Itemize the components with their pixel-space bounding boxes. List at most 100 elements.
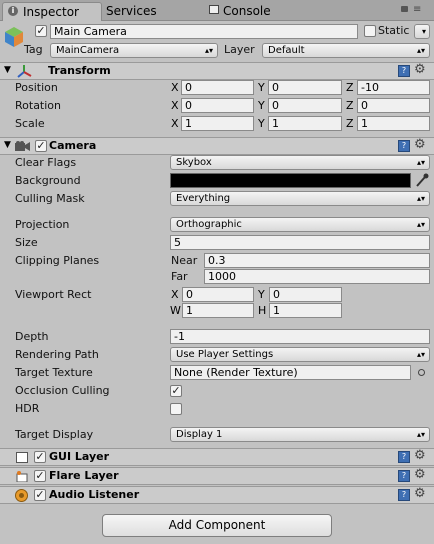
viewport-x-input[interactable]: 0: [182, 287, 254, 302]
camera-header[interactable]: ▼ ✓ Camera ? ⚙: [0, 137, 434, 155]
flare-layer-icon: [16, 471, 28, 483]
help-book-icon[interactable]: ?: [398, 140, 410, 152]
rotation-z-input[interactable]: 0: [357, 98, 430, 113]
object-name-input[interactable]: Main Camera: [50, 24, 358, 39]
hdr-checkbox[interactable]: [170, 403, 182, 415]
static-dropdown[interactable]: ▾: [414, 24, 430, 39]
projection-value: Orthographic: [176, 219, 242, 230]
gui-layer-title: GUI Layer: [49, 450, 110, 463]
static-checkbox[interactable]: [364, 25, 376, 37]
dropdown-arrow-icon: ▴▾: [416, 158, 425, 167]
menu-icon[interactable]: ≡: [413, 4, 421, 16]
target-display-dropdown[interactable]: Display 1 ▴▾: [170, 427, 430, 442]
info-icon: i: [8, 6, 18, 16]
clear-flags-dropdown[interactable]: Skybox ▴▾: [170, 155, 430, 170]
object-picker-icon[interactable]: [418, 369, 425, 376]
add-component-label: Add Component: [168, 518, 266, 532]
axis-label: Z: [346, 81, 354, 94]
position-label: Position: [15, 81, 58, 94]
camera-enabled-checkbox[interactable]: ✓: [35, 140, 47, 152]
tag-value: MainCamera: [56, 45, 120, 56]
scale-y-input[interactable]: 1: [268, 116, 342, 131]
gear-icon[interactable]: ⚙: [414, 138, 426, 152]
axis-label: X: [171, 81, 179, 94]
help-book-icon[interactable]: ?: [398, 489, 410, 501]
depth-input[interactable]: -1: [170, 329, 430, 344]
viewport-h-input[interactable]: 1: [269, 303, 342, 318]
transform-icon: [16, 64, 32, 78]
viewport-w-input[interactable]: 1: [182, 303, 254, 318]
viewport-x-label: X: [171, 288, 179, 301]
axis-label: X: [171, 99, 179, 112]
position-y-input[interactable]: 0: [268, 80, 342, 95]
foldout-arrow-icon[interactable]: ▼: [4, 65, 11, 75]
dropdown-arrow-icon: ▴▾: [416, 194, 425, 203]
camera-icon: [15, 141, 31, 152]
help-book-icon[interactable]: ?: [398, 451, 410, 463]
help-book-icon[interactable]: ?: [398, 470, 410, 482]
clear-flags-value: Skybox: [176, 157, 212, 168]
tab-console-label: Console: [223, 4, 271, 18]
transform-header[interactable]: ▼ Transform ? ⚙: [0, 62, 434, 80]
tab-console[interactable]: Console: [206, 2, 306, 20]
audio-listener-checkbox[interactable]: ✓: [34, 489, 46, 501]
occlusion-culling-checkbox[interactable]: ✓: [170, 385, 182, 397]
help-book-icon[interactable]: ?: [398, 65, 410, 77]
clear-flags-label: Clear Flags: [15, 156, 77, 169]
far-label: Far: [171, 270, 188, 283]
projection-label: Projection: [15, 218, 70, 231]
rotation-x-input[interactable]: 0: [181, 98, 254, 113]
eyedropper-icon[interactable]: [415, 172, 429, 188]
position-z-input[interactable]: -10: [357, 80, 430, 95]
foldout-arrow-icon[interactable]: ▼: [4, 140, 11, 150]
viewport-rect-label: Viewport Rect: [15, 288, 92, 301]
tag-dropdown[interactable]: MainCamera ▴▾: [50, 43, 218, 58]
culling-mask-dropdown[interactable]: Everything ▴▾: [170, 191, 430, 206]
flare-layer-checkbox[interactable]: ✓: [34, 470, 46, 482]
target-texture-label: Target Texture: [15, 366, 93, 379]
rendering-path-dropdown[interactable]: Use Player Settings ▴▾: [170, 347, 430, 362]
gear-icon[interactable]: ⚙: [414, 487, 426, 501]
add-component-button[interactable]: Add Component: [102, 514, 332, 537]
position-x-input[interactable]: 0: [181, 80, 254, 95]
background-color-field[interactable]: [170, 173, 411, 188]
projection-dropdown[interactable]: Orthographic ▴▾: [170, 217, 430, 232]
scale-x-input[interactable]: 1: [181, 116, 254, 131]
rotation-y-input[interactable]: 0: [268, 98, 342, 113]
flare-layer-header[interactable]: ✓ Flare Layer ? ⚙: [0, 467, 434, 485]
far-input[interactable]: 1000: [204, 269, 430, 284]
gear-icon[interactable]: ⚙: [414, 63, 426, 77]
axis-label: Y: [258, 81, 265, 94]
active-checkbox[interactable]: ✓: [35, 25, 47, 37]
background-label: Background: [15, 174, 81, 187]
dropdown-arrow-icon: ▴▾: [416, 46, 425, 55]
gui-layer-checkbox[interactable]: ✓: [34, 451, 46, 463]
size-input[interactable]: 5: [170, 235, 430, 250]
target-texture-field[interactable]: None (Render Texture): [170, 365, 411, 380]
gear-icon[interactable]: ⚙: [414, 449, 426, 463]
dropdown-arrow-icon: ▴▾: [416, 430, 425, 439]
dropdown-arrow-icon: ▴▾: [416, 350, 425, 359]
dropdown-arrow-icon: ▴▾: [204, 46, 213, 55]
culling-mask-label: Culling Mask: [15, 192, 85, 205]
gear-icon[interactable]: ⚙: [414, 468, 426, 482]
audio-listener-title: Audio Listener: [49, 488, 140, 501]
gui-layer-icon: [16, 452, 28, 463]
lock-icon[interactable]: [401, 6, 408, 12]
scale-label: Scale: [15, 117, 45, 130]
transform-title: Transform: [48, 64, 111, 77]
audio-listener-header[interactable]: ✓ Audio Listener ? ⚙: [0, 486, 434, 504]
gui-layer-header[interactable]: ✓ GUI Layer ? ⚙: [0, 448, 434, 466]
tab-services[interactable]: Services: [104, 2, 200, 20]
tab-inspector[interactable]: i Inspector: [2, 2, 102, 21]
layer-dropdown[interactable]: Default ▴▾: [262, 43, 430, 58]
rendering-path-label: Rendering Path: [15, 348, 99, 361]
occlusion-culling-label: Occlusion Culling: [15, 384, 110, 397]
target-display-value: Display 1: [176, 429, 223, 440]
axis-label: Z: [346, 117, 354, 130]
scale-z-input[interactable]: 1: [357, 116, 430, 131]
hdr-label: HDR: [15, 402, 40, 415]
near-input[interactable]: 0.3: [204, 253, 430, 268]
viewport-y-label: Y: [258, 288, 265, 301]
viewport-y-input[interactable]: 0: [269, 287, 342, 302]
